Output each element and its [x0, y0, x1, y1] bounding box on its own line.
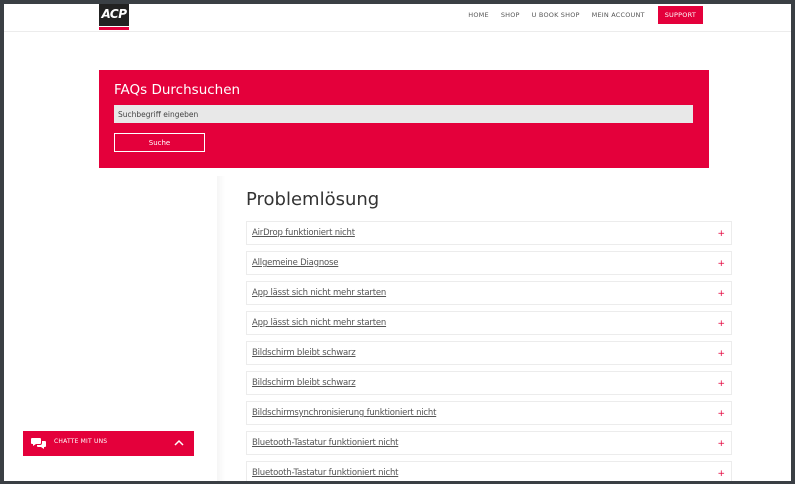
faq-question-link[interactable]: App lässt sich nicht mehr starten: [252, 288, 386, 298]
nav-item-mein-account[interactable]: MEIN ACCOUNT: [586, 6, 651, 24]
faq-list: AirDrop funktioniert nicht + Allgemeine Di…: [246, 221, 732, 481]
search-button[interactable]: Suche: [114, 133, 205, 152]
nav-item-home[interactable]: HOME: [462, 6, 495, 24]
faq-question-link[interactable]: Bluetooth-Tastatur funktioniert nicht: [252, 468, 398, 478]
chat-widget[interactable]: CHATTE MIT UNS: [23, 431, 194, 456]
chat-label: CHATTE MIT UNS: [54, 438, 108, 445]
faq-item[interactable]: Bluetooth-Tastatur funktioniert nicht +: [246, 431, 732, 455]
faq-question-link[interactable]: Bluetooth-Tastatur funktioniert nicht: [252, 438, 398, 448]
faq-question-link[interactable]: Bildschirmsynchronisierung funktioniert …: [252, 408, 436, 418]
faq-item[interactable]: App lässt sich nicht mehr starten +: [246, 311, 732, 335]
faq-question-link[interactable]: Bildschirm bleibt schwarz: [252, 348, 356, 358]
faq-item[interactable]: Bildschirm bleibt schwarz +: [246, 341, 732, 365]
expand-plus-icon[interactable]: +: [717, 378, 725, 390]
expand-plus-icon[interactable]: +: [717, 438, 725, 450]
browser-viewport: ACP HOME SHOP U BOOK SHOP MEIN ACCOUNT S…: [4, 4, 791, 481]
nav-item-support[interactable]: SUPPORT: [657, 6, 703, 24]
acp-logo[interactable]: ACP: [99, 4, 129, 26]
faq-search-panel: FAQs Durchsuchen Suche: [99, 70, 709, 168]
faq-item[interactable]: AirDrop funktioniert nicht +: [246, 221, 732, 245]
faq-item[interactable]: App lässt sich nicht mehr starten +: [246, 281, 732, 305]
logo-underline: [99, 27, 129, 30]
nav-item-ubook-shop[interactable]: U BOOK SHOP: [526, 6, 586, 24]
chevron-up-icon[interactable]: [174, 439, 184, 447]
faq-item[interactable]: Bildschirm bleibt schwarz +: [246, 371, 732, 395]
section-title: Problemlösung: [246, 189, 380, 210]
faq-question-link[interactable]: Bildschirm bleibt schwarz: [252, 378, 356, 388]
expand-plus-icon[interactable]: +: [717, 258, 725, 270]
site-header: ACP HOME SHOP U BOOK SHOP MEIN ACCOUNT S…: [4, 4, 791, 32]
expand-plus-icon[interactable]: +: [717, 228, 725, 240]
nav-item-shop[interactable]: SHOP: [495, 6, 526, 24]
main-nav: HOME SHOP U BOOK SHOP MEIN ACCOUNT SUPPO…: [462, 6, 703, 24]
chat-bubbles-icon: [31, 438, 46, 449]
faq-search-title: FAQs Durchsuchen: [114, 82, 241, 98]
faq-question-link[interactable]: Allgemeine Diagnose: [252, 258, 339, 268]
faq-item[interactable]: Bluetooth-Tastatur funktioniert nicht +: [246, 461, 732, 481]
content-shadow: [217, 176, 225, 481]
faq-question-link[interactable]: AirDrop funktioniert nicht: [252, 228, 355, 238]
faq-item[interactable]: Allgemeine Diagnose +: [246, 251, 732, 275]
expand-plus-icon[interactable]: +: [717, 318, 725, 330]
expand-plus-icon[interactable]: +: [717, 288, 725, 300]
faq-question-link[interactable]: App lässt sich nicht mehr starten: [252, 318, 386, 328]
expand-plus-icon[interactable]: +: [717, 348, 725, 360]
faq-item[interactable]: Bildschirmsynchronisierung funktioniert …: [246, 401, 732, 425]
expand-plus-icon[interactable]: +: [717, 408, 725, 420]
faq-search-input[interactable]: [114, 105, 693, 123]
expand-plus-icon[interactable]: +: [717, 468, 725, 480]
